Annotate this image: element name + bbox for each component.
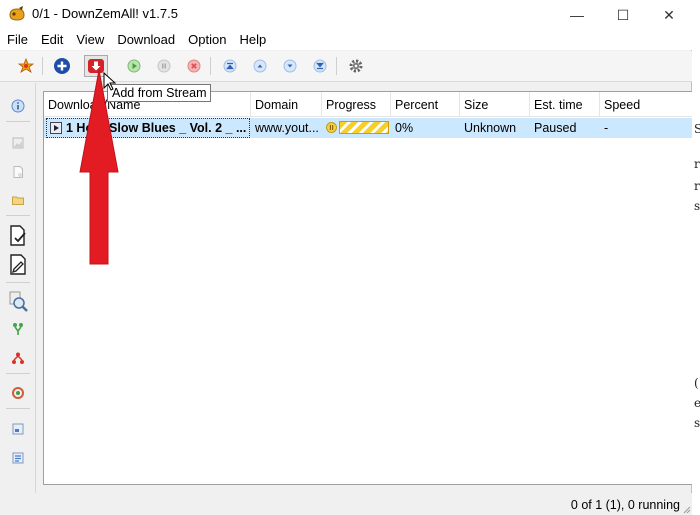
minimize-button[interactable]: — (554, 0, 600, 30)
toolbar-tooltip: Add from Stream (107, 84, 212, 102)
merge-icon (13, 323, 23, 335)
sidebar-separator (6, 373, 30, 374)
column-header-size[interactable]: Size (460, 92, 530, 117)
status-text: 0 of 1 (1), 0 running (570, 498, 680, 512)
sidebar-separator (6, 408, 30, 409)
sidebar-merge-button[interactable] (9, 320, 27, 338)
menu-edit[interactable]: Edit (34, 30, 69, 50)
info-icon (11, 99, 25, 113)
toolbar-separator (42, 57, 43, 75)
row-est-time: Paused (534, 121, 577, 135)
sidebar-info-button[interactable] (9, 97, 27, 115)
toolbar-separator (336, 57, 337, 75)
sidebar-refresh-button[interactable] (9, 384, 27, 402)
move-top-icon (223, 59, 237, 73)
document-check-icon (10, 225, 26, 246)
sidebar-separator (6, 121, 30, 122)
sidebar-search-button[interactable] (7, 289, 29, 313)
move-bottom-button[interactable] (308, 55, 332, 77)
details-icon (12, 452, 24, 464)
move-bottom-icon (313, 59, 327, 73)
start-icon (127, 59, 141, 73)
move-down-icon (283, 59, 297, 73)
menu-help[interactable]: Help (232, 30, 272, 50)
sidebar-folder-button[interactable] (9, 191, 27, 209)
move-up-icon (253, 59, 267, 73)
download-list[interactable]: Download/Name Domain Progress Percent Si… (43, 91, 699, 485)
menu-download[interactable]: Download (110, 30, 181, 50)
column-header-domain[interactable]: Domain (251, 92, 322, 117)
search-icon (9, 291, 28, 312)
refresh-icon (12, 387, 24, 399)
row-size: Unknown (464, 121, 517, 135)
resize-grip-icon[interactable] (681, 504, 691, 514)
sidebar-details-button[interactable] (9, 449, 27, 467)
column-header-percent[interactable]: Percent (391, 92, 460, 117)
video-file-icon (50, 122, 62, 134)
sidebar-split-button[interactable] (9, 349, 27, 367)
background-document-edge (692, 0, 700, 515)
toolbar-separator (210, 57, 211, 75)
settings-button[interactable] (344, 55, 368, 77)
sidebar-edit-button[interactable] (7, 253, 29, 277)
background-text-fragment: s (694, 199, 700, 213)
background-text-fragment: e (694, 396, 700, 410)
document-edit-icon (10, 254, 26, 275)
close-button[interactable]: ✕ (646, 0, 692, 30)
background-text-fragment: s (694, 416, 700, 430)
window-title: 0/1 - DownZemAll! v1.7.5 (32, 6, 178, 21)
sidebar-check-button[interactable] (7, 224, 29, 248)
title-bar: 0/1 - DownZemAll! v1.7.5 — ☐ ✕ (0, 0, 692, 30)
pause-icon (157, 59, 171, 73)
column-header-est-time[interactable]: Est. time (530, 92, 600, 117)
menu-option[interactable]: Option (181, 30, 232, 50)
start-button[interactable] (122, 55, 146, 77)
wizard-icon (18, 58, 34, 73)
wizard-button[interactable] (14, 55, 38, 77)
paused-status-icon (326, 122, 337, 133)
column-header-speed[interactable]: Speed (600, 92, 700, 117)
split-icon (12, 352, 24, 364)
add-icon (54, 58, 70, 74)
column-header-progress[interactable]: Progress (322, 92, 391, 117)
mouse-cursor-icon (103, 72, 117, 91)
table-row[interactable]: 1 Hour Slow Blues _ Vol. 2 _ ... www.you… (44, 118, 698, 138)
sidebar-file-button[interactable] (9, 163, 27, 181)
menu-file[interactable]: File (0, 30, 34, 50)
background-text-fragment: S (694, 122, 700, 136)
move-top-button[interactable] (218, 55, 242, 77)
menu-view[interactable]: View (69, 30, 110, 50)
file-icon (13, 166, 23, 178)
background-text-fragment: ( (694, 376, 699, 390)
settings-icon (349, 59, 363, 73)
properties-icon (12, 423, 24, 435)
row-percent: 0% (395, 121, 414, 135)
pause-button[interactable] (152, 55, 176, 77)
stop-icon (187, 59, 201, 73)
row-speed: - (604, 121, 609, 135)
add-download-button[interactable] (50, 55, 74, 77)
menu-bar: File Edit View Download Option Help (0, 30, 692, 50)
background-text-fragment: r (694, 179, 700, 193)
status-bar: 0 of 1 (1), 0 running (0, 493, 692, 515)
sidebar (0, 83, 36, 493)
move-down-button[interactable] (278, 55, 302, 77)
background-text-fragment: r (694, 157, 700, 171)
folder-icon (12, 196, 24, 205)
move-up-button[interactable] (248, 55, 272, 77)
app-logo-icon (9, 6, 25, 21)
sidebar-separator (6, 215, 30, 216)
row-domain: www.yout... (255, 121, 319, 135)
stop-button[interactable] (182, 55, 206, 77)
maximize-button[interactable]: ☐ (600, 0, 646, 30)
sidebar-image-button[interactable] (9, 134, 27, 152)
sidebar-properties-button[interactable] (9, 420, 27, 438)
image-icon (12, 137, 24, 149)
row-progress-bar (339, 121, 389, 134)
sidebar-separator (6, 282, 30, 283)
